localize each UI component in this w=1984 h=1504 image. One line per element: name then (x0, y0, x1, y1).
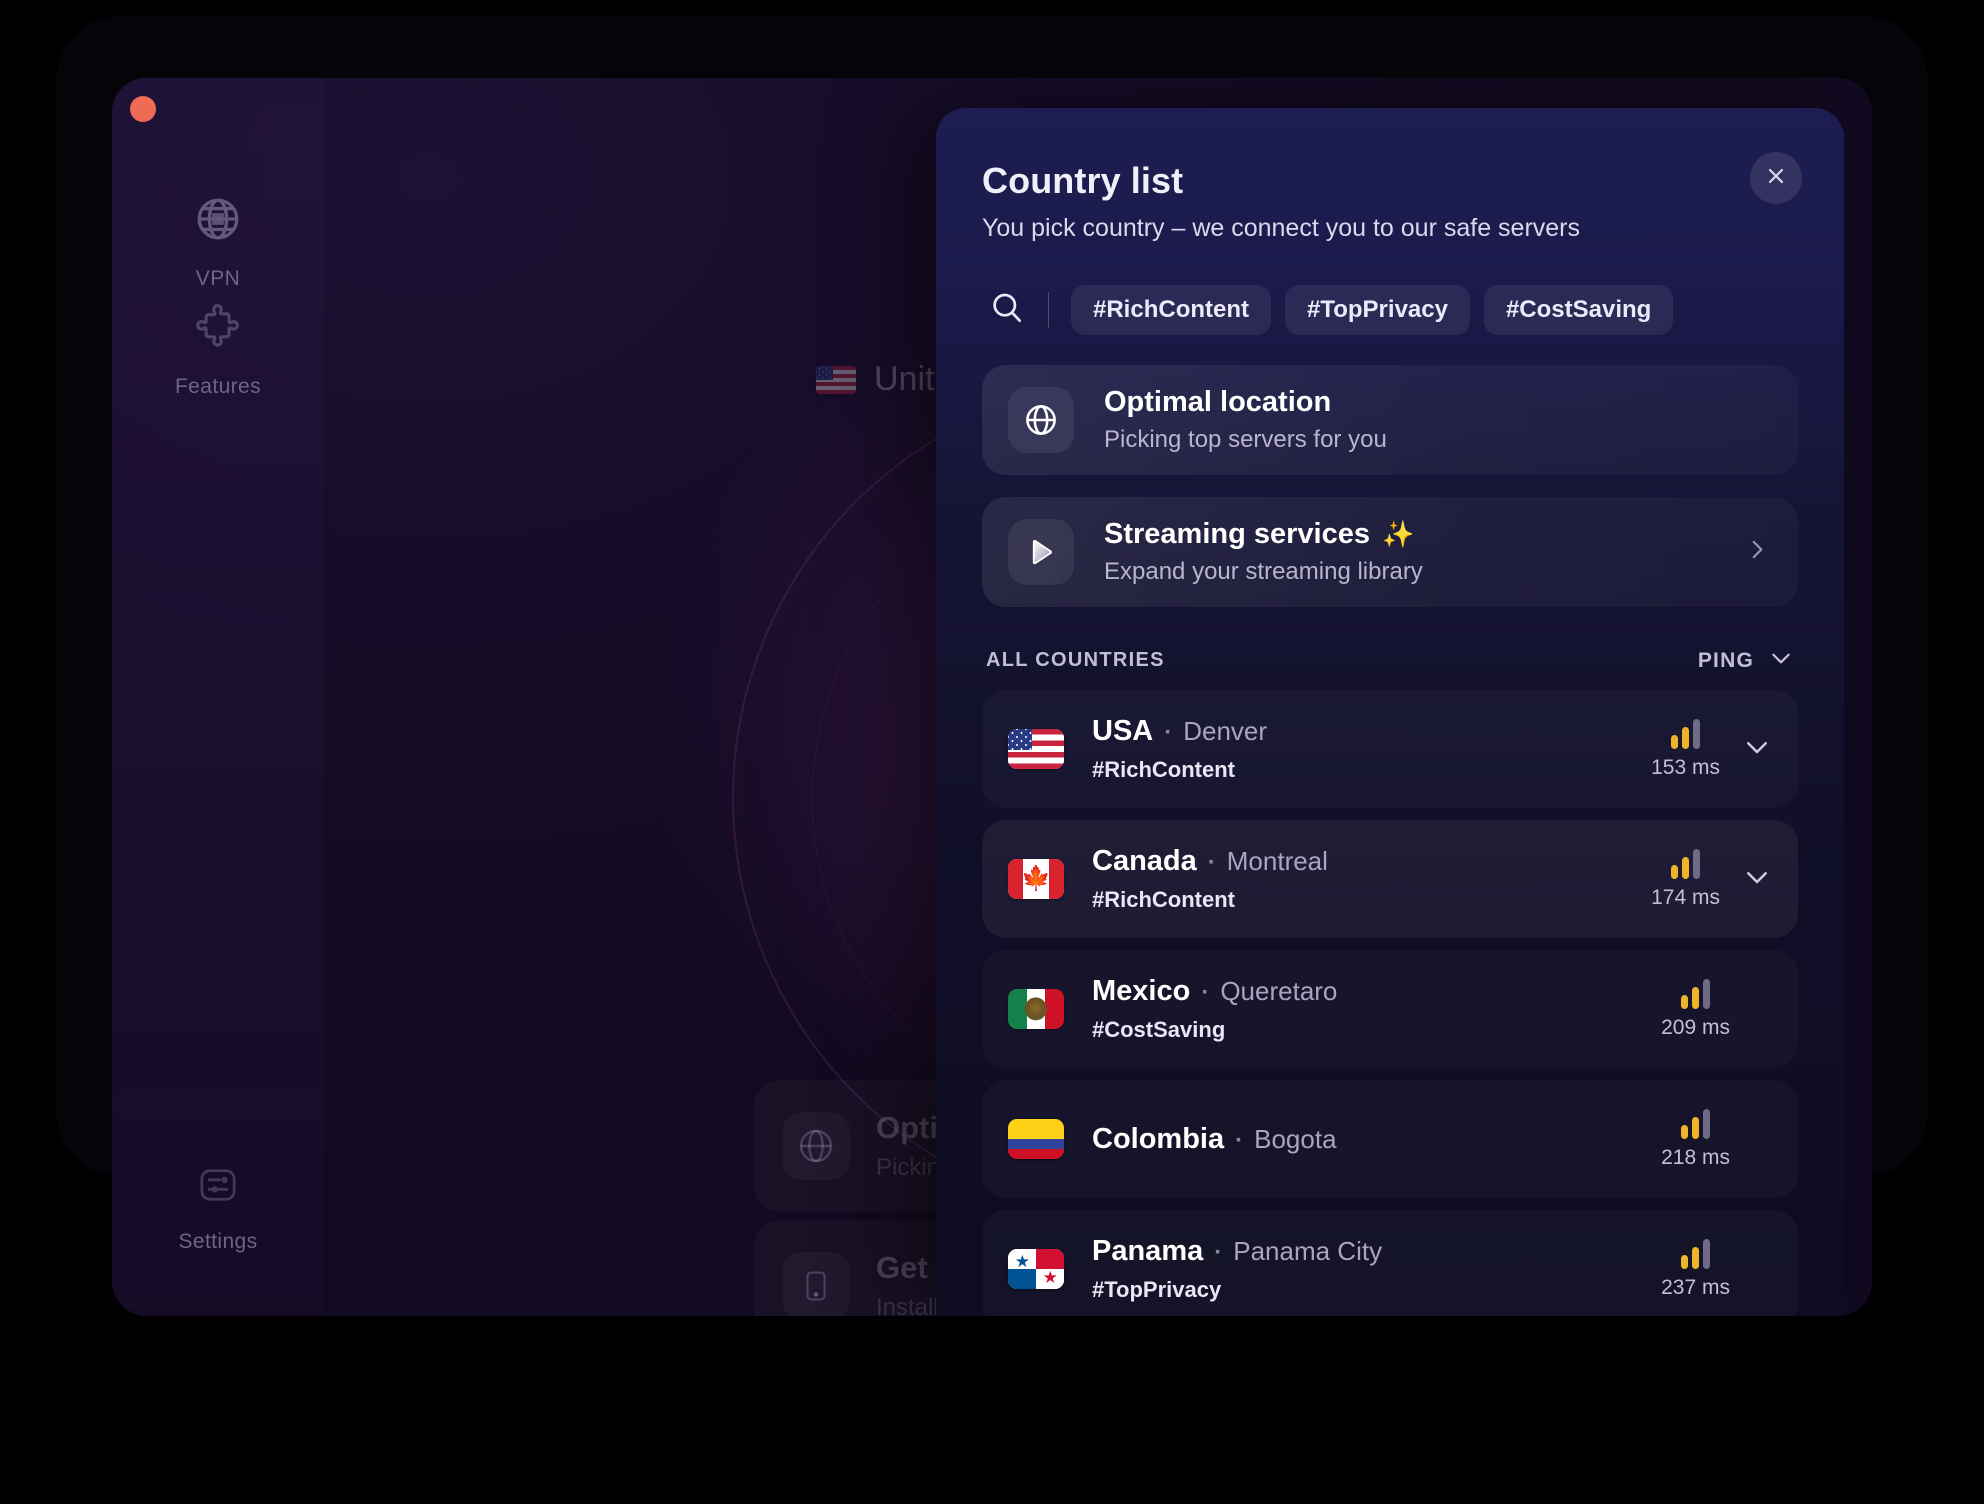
streaming-services-card[interactable]: Streaming services ✨ Expand your streami… (982, 497, 1798, 607)
separator-dot: · (1214, 1239, 1223, 1266)
expand-row-chevron-icon[interactable] (1742, 862, 1772, 897)
table-row[interactable]: USA · Denver #RichContent 153 ms (982, 690, 1798, 808)
table-row[interactable]: Colombia · Bogota 218 ms (982, 1080, 1798, 1198)
ping-indicator: 237 ms (1661, 1238, 1730, 1300)
globe-icon (112, 194, 324, 249)
signal-bars-icon (1661, 1238, 1730, 1269)
sidebar-item-label: Settings (178, 1230, 258, 1253)
app-window: VPN Features Settings United Optimal Pic… (112, 78, 1872, 1316)
separator-dot: · (1235, 1126, 1244, 1154)
country-name-row: USA · Denver (1092, 715, 1651, 748)
mx-flag-icon (1008, 989, 1064, 1029)
sidebar-item-label: VPN (195, 267, 241, 290)
city-name: Denver (1183, 716, 1268, 746)
phone-icon (782, 1252, 850, 1316)
separator-dot: · (1164, 719, 1173, 746)
panel-subtitle: You pick country – we connect you to our… (982, 214, 1581, 242)
card-title: Streaming services (1104, 518, 1370, 550)
close-icon (1764, 164, 1788, 193)
signal-bars-icon (1651, 848, 1720, 879)
globe-icon (1008, 387, 1074, 453)
chevron-down-icon (1768, 645, 1794, 676)
section-title: ALL COUNTRIES (986, 649, 1165, 671)
ping-value: 209 ms (1661, 1015, 1730, 1039)
globe-icon (782, 1112, 850, 1180)
search-input[interactable] (982, 289, 1032, 332)
ping-indicator: 218 ms (1661, 1108, 1730, 1170)
separator-dot: · (1201, 979, 1210, 1006)
ping-value: 218 ms (1661, 1145, 1730, 1169)
separator-dot: · (1207, 849, 1216, 876)
screenshot-root: VPN Features Settings United Optimal Pic… (0, 0, 1984, 1504)
table-row[interactable]: ★ ★ Panama · Panama City #TopPrivacy 237… (982, 1210, 1798, 1316)
country-name-row: Panama · Panama City (1092, 1235, 1661, 1268)
country-name: Canada (1092, 845, 1197, 877)
sort-by-ping-control[interactable]: PING (1698, 645, 1794, 676)
country-list-panel: Country list You pick country – we conne… (936, 108, 1844, 1316)
sidebar: VPN Features Settings (112, 78, 324, 1316)
signal-bars-icon (1661, 978, 1730, 1009)
country-tag: #TopPrivacy (1092, 1277, 1222, 1302)
play-icon (1008, 519, 1074, 585)
all-countries-header: ALL COUNTRIES PING (936, 629, 1844, 690)
tag-filter-topprivacy[interactable]: #TopPrivacy (1285, 285, 1470, 335)
ping-indicator: 174 ms (1651, 848, 1720, 910)
city-name: Bogota (1254, 1123, 1337, 1154)
sidebar-item-features[interactable]: Features (112, 302, 324, 399)
tag-filter-costsaving[interactable]: #CostSaving (1483, 285, 1674, 335)
ping-value: 237 ms (1661, 1275, 1730, 1299)
sparkles-icon: ✨ (1381, 519, 1415, 549)
us-flag-icon (1008, 729, 1064, 769)
card-title: Optimal location (1104, 386, 1332, 418)
card-title-row: Streaming services ✨ (1104, 518, 1423, 551)
card-subtitle: Picking top servers for you (1104, 426, 1387, 453)
country-name: Mexico (1092, 975, 1191, 1007)
country-tag: #RichContent (1092, 757, 1235, 782)
divider (1048, 292, 1049, 328)
close-button[interactable] (1750, 152, 1802, 204)
ping-value: 174 ms (1651, 885, 1720, 909)
country-tag: #CostSaving (1092, 1017, 1226, 1042)
search-icon (988, 289, 1026, 332)
country-name-row: Mexico · Queretaro (1092, 975, 1661, 1008)
pa-flag-icon: ★ ★ (1008, 1249, 1064, 1289)
signal-bars-icon (1651, 718, 1720, 749)
ping-indicator: 209 ms (1661, 978, 1730, 1040)
country-name-row: Canada · Montreal (1092, 845, 1651, 878)
ping-indicator: 153 ms (1651, 718, 1720, 780)
signal-bars-icon (1661, 1108, 1730, 1139)
co-flag-icon (1008, 1119, 1064, 1159)
card-subtitle: Expand your streaming library (1104, 558, 1423, 585)
city-name: Montreal (1226, 846, 1328, 876)
expand-row-chevron-icon[interactable] (1742, 732, 1772, 767)
city-name: Panama City (1233, 1236, 1383, 1266)
city-name: Queretaro (1220, 976, 1338, 1006)
country-name: Colombia (1092, 1122, 1225, 1155)
country-name-row: Colombia · Bogota (1092, 1123, 1661, 1156)
table-row[interactable]: 🍁 Canada · Montreal #RichContent 174 ms (982, 820, 1798, 938)
country-name: Panama (1092, 1235, 1204, 1267)
page-title: Country list (982, 160, 1184, 201)
filter-row: #RichContent #TopPrivacy #CostSaving (936, 243, 1844, 335)
chevron-right-icon[interactable] (1744, 537, 1770, 568)
sidebar-item-label: Features (174, 375, 262, 398)
sort-label: PING (1697, 648, 1754, 672)
puzzle-piece-icon (112, 302, 324, 357)
featured-cards: Optimal location Picking top servers for… (936, 335, 1844, 607)
sliders-icon (112, 1163, 324, 1212)
country-name: USA (1092, 715, 1154, 747)
us-flag-icon (816, 365, 856, 394)
window-close-traffic-light[interactable] (130, 96, 156, 122)
ca-flag-icon: 🍁 (1008, 859, 1064, 899)
sidebar-item-settings[interactable]: Settings (112, 1163, 324, 1254)
table-row[interactable]: Mexico · Queretaro #CostSaving 209 ms (982, 950, 1798, 1068)
panel-header: Country list You pick country – we conne… (936, 108, 1844, 243)
country-tag: #RichContent (1092, 887, 1235, 912)
ping-value: 153 ms (1651, 755, 1720, 779)
card-title-row: Optimal location (1104, 386, 1387, 419)
optimal-location-card[interactable]: Optimal location Picking top servers for… (982, 365, 1798, 475)
tag-filter-richcontent[interactable]: #RichContent (1071, 285, 1271, 335)
sidebar-item-vpn[interactable]: VPN (112, 194, 324, 291)
country-list: USA · Denver #RichContent 153 ms 🍁 Canad… (936, 690, 1844, 1316)
